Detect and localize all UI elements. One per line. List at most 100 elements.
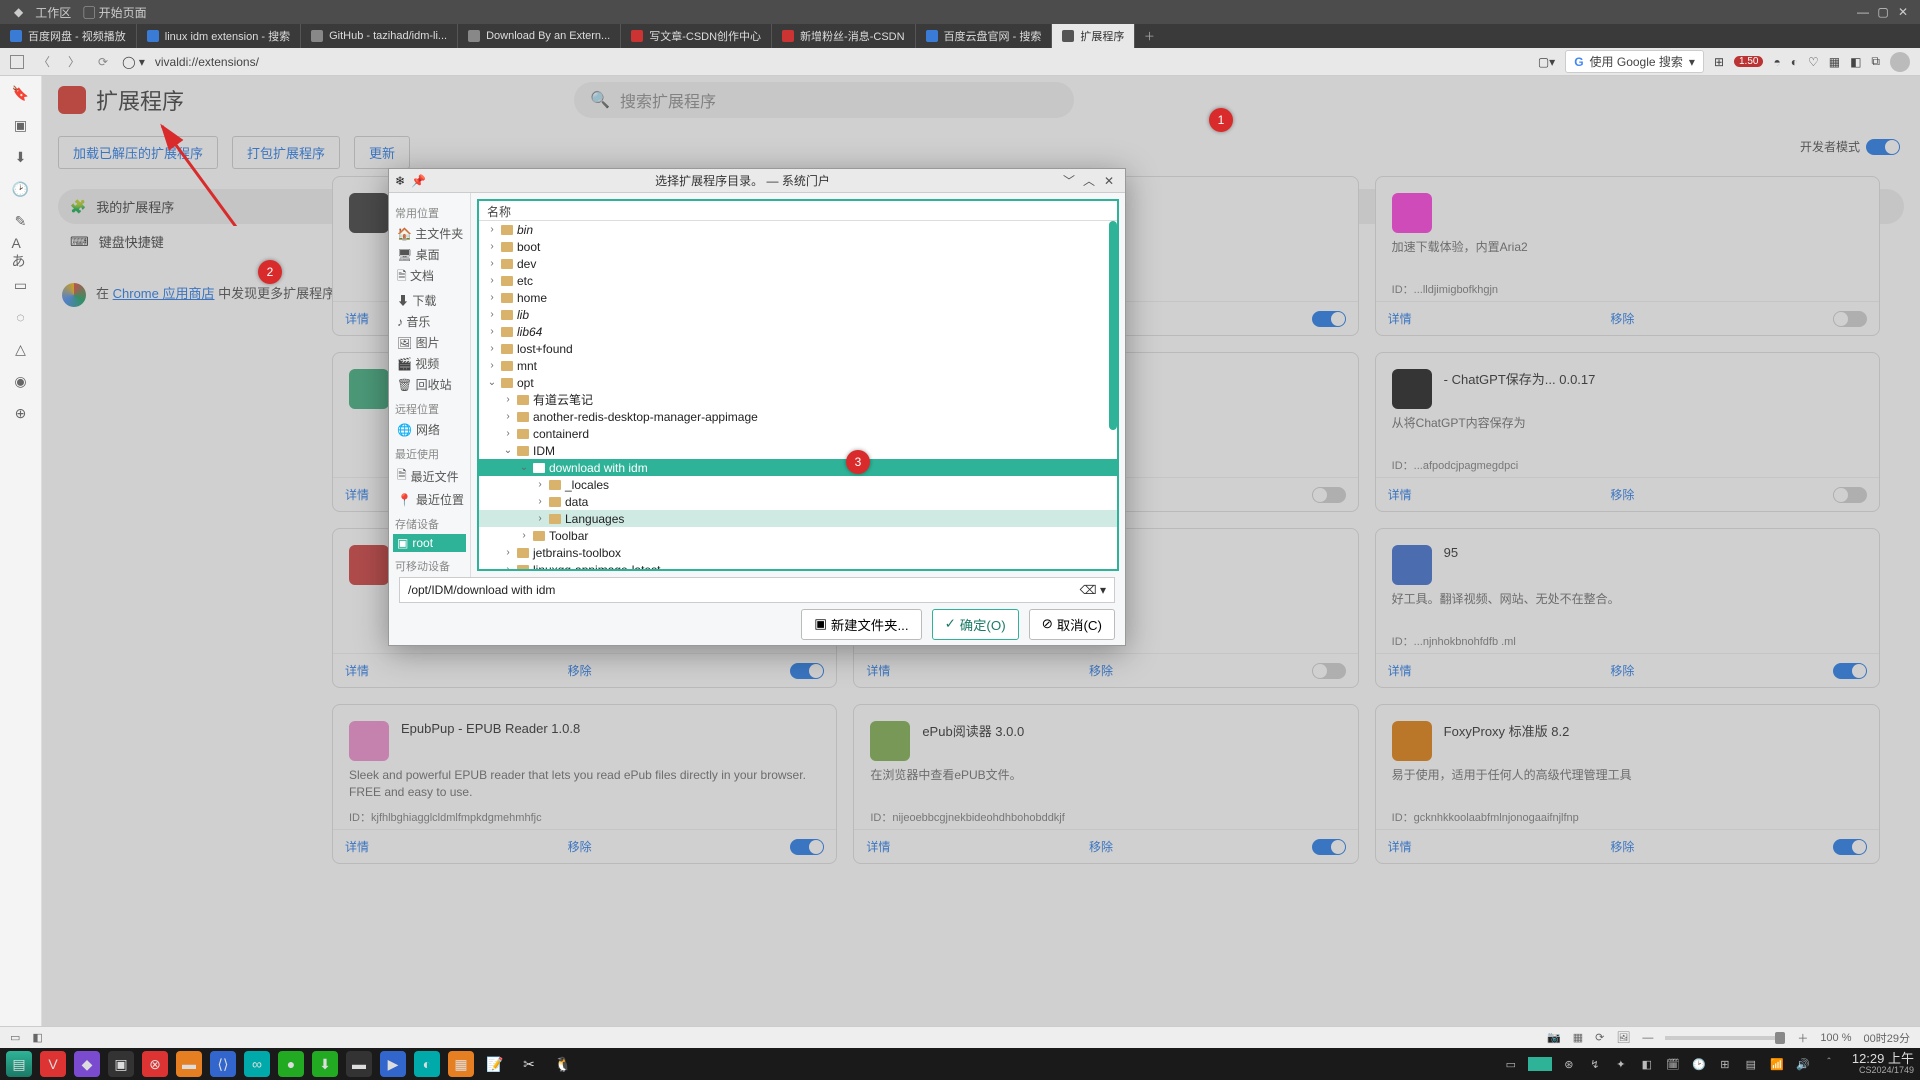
app-menu-icon[interactable]: ◆ [14, 5, 23, 19]
taskbar-clock[interactable]: 12:29 上午 CS2024/1749 [1852, 1052, 1914, 1076]
dialog-maximize[interactable]: ︿ [1079, 172, 1099, 189]
status-icon[interactable]: ▦ [1573, 1031, 1583, 1044]
tree-node[interactable]: ›lost+found [479, 340, 1117, 357]
start-page-menu[interactable]: ▢ 开始页面 [83, 4, 146, 21]
site-info-icon[interactable]: ◯ ▾ [122, 55, 145, 69]
zoom-slider[interactable] [1665, 1036, 1785, 1040]
window-minimize[interactable]: — [1854, 5, 1872, 19]
wifi-icon[interactable]: 📶 [1768, 1058, 1786, 1071]
tree-node[interactable]: ›mnt [479, 357, 1117, 374]
tree-node[interactable]: ›lib64 [479, 323, 1117, 340]
place-item[interactable]: 🗎 文档 [393, 265, 466, 290]
status-icon[interactable]: 🖼 [1616, 1031, 1630, 1044]
expand-icon[interactable]: › [503, 428, 513, 439]
taskbar-app-icon[interactable]: ◐ [414, 1051, 440, 1077]
toolbar-icon[interactable]: ♡ [1808, 55, 1819, 69]
url-field[interactable]: vivaldi://extensions/ [155, 55, 1528, 69]
taskbar-app-icon[interactable]: ⊗ [142, 1051, 168, 1077]
volume-icon[interactable]: 🔊 [1794, 1058, 1812, 1071]
browser-tab[interactable]: linux idm extension - 搜索 [137, 24, 301, 48]
vivaldi-icon[interactable]: ◉ [12, 372, 30, 390]
tray-icon[interactable]: ⊞ [1716, 1058, 1734, 1071]
place-recent-loc[interactable]: 📍 最近位置 [393, 489, 466, 510]
new-tab-button[interactable]: ＋ [1135, 24, 1163, 48]
start-icon[interactable]: ▤ [6, 1051, 32, 1077]
panel-toggle-icon[interactable] [10, 55, 24, 69]
place-item[interactable]: 🖼 图片 [393, 332, 466, 353]
window-maximize[interactable]: ▢ [1874, 5, 1892, 19]
taskbar-app-icon[interactable]: ▦ [448, 1051, 474, 1077]
folder-tree[interactable]: ›bin›boot›dev›etc›home›lib›lib64›lost+fo… [479, 221, 1117, 569]
toolbar-icon[interactable]: ◓ [1773, 55, 1780, 69]
panel-icon[interactable]: ▣ [12, 116, 30, 134]
taskbar-app-icon[interactable]: ◆ [74, 1051, 100, 1077]
expand-icon[interactable]: › [487, 224, 497, 235]
tree-node[interactable]: ›another-redis-desktop-manager-appimage [479, 408, 1117, 425]
tray-icon[interactable]: ✦ [1612, 1058, 1630, 1071]
browser-tab[interactable]: Download By an Extern... [458, 24, 621, 48]
expand-icon[interactable]: ⌄ [503, 445, 513, 456]
nav-reload[interactable]: ⟳ [94, 55, 112, 69]
tree-node[interactable]: ›dev [479, 255, 1117, 272]
browser-tab[interactable]: 百度网盘 - 视频播放 [0, 24, 137, 48]
dialog-close[interactable]: ✕ [1099, 174, 1119, 188]
nav-back[interactable]: 〈 [34, 53, 54, 70]
expand-icon[interactable]: › [487, 275, 497, 286]
expand-icon[interactable]: › [487, 326, 497, 337]
tree-node[interactable]: ›_locales [479, 476, 1117, 493]
expand-icon[interactable]: › [535, 496, 545, 507]
place-item[interactable]: 🏠 主文件夹 [393, 223, 466, 244]
badge-icon[interactable]: 1.50 [1734, 56, 1763, 67]
tree-node[interactable]: ›jetbrains-toolbox [479, 544, 1117, 561]
browser-tab[interactable]: 扩展程序 [1052, 24, 1135, 48]
tray-icon[interactable]: 🗓 [1664, 1058, 1682, 1071]
toolbar-icon[interactable]: ◐ [1791, 55, 1798, 69]
expand-icon[interactable]: › [519, 530, 529, 541]
tray-icon[interactable] [1528, 1057, 1552, 1071]
tree-node[interactable]: ›Languages [479, 510, 1117, 527]
tree-node[interactable]: ›linuxqq-appimage-latest [479, 561, 1117, 569]
expand-icon[interactable]: › [487, 292, 497, 303]
panel-icon[interactable]: △ [12, 340, 30, 358]
toolbar-icon[interactable]: ▦ [1829, 55, 1840, 69]
browser-tab[interactable]: GitHub - tazihad/idm-li... [301, 24, 458, 48]
expand-icon[interactable]: › [487, 241, 497, 252]
tree-scrollbar[interactable] [1109, 221, 1117, 430]
place-root[interactable]: ▣ root [393, 534, 466, 552]
taskbar-app-icon[interactable]: 📝 [482, 1051, 508, 1077]
taskbar-app-icon[interactable]: 🐧 [550, 1051, 576, 1077]
cancel-button[interactable]: ⊘ 取消(C) [1029, 609, 1115, 640]
panel-icon[interactable]: ◌ [12, 308, 30, 326]
expand-icon[interactable]: › [487, 343, 497, 354]
expand-icon[interactable]: › [503, 411, 513, 422]
tree-node[interactable]: ›lib [479, 306, 1117, 323]
taskbar-app-icon[interactable]: V [40, 1051, 66, 1077]
expand-icon[interactable]: › [487, 309, 497, 320]
window-close[interactable]: ✕ [1894, 5, 1912, 19]
downloads-icon[interactable]: ⬇ [12, 148, 30, 166]
toolbar-icon[interactable]: ◧ [1850, 55, 1861, 69]
place-item[interactable]: 🎬 视频 [393, 353, 466, 374]
taskbar-app-icon[interactable]: ▶ [380, 1051, 406, 1077]
browser-tab[interactable]: 写文章-CSDN创作中心 [621, 24, 772, 48]
tree-node[interactable]: ›home [479, 289, 1117, 306]
expand-icon[interactable]: › [535, 513, 545, 524]
toolbar-icon[interactable]: ⧉ [1871, 54, 1880, 69]
tray-icon[interactable]: ▤ [1742, 1058, 1760, 1071]
taskbar-app-icon[interactable]: ▬ [346, 1051, 372, 1077]
extensions-icon[interactable]: ⊞ [1714, 55, 1724, 69]
tree-node[interactable]: ›boot [479, 238, 1117, 255]
taskbar-app-icon[interactable]: ▣ [108, 1051, 134, 1077]
zoom-in[interactable]: ＋ [1797, 1030, 1808, 1046]
clear-path-icon[interactable]: ⌫ ▾ [1080, 583, 1106, 597]
tree-node[interactable]: ›data [479, 493, 1117, 510]
status-icon[interactable]: ◧ [32, 1031, 42, 1044]
taskbar-app-icon[interactable]: ⬇ [312, 1051, 338, 1077]
browser-tab[interactable]: 新增粉丝-消息-CSDN [772, 24, 916, 48]
bookmarks-icon[interactable]: 🔖 [12, 84, 30, 102]
profile-avatar[interactable] [1890, 52, 1910, 72]
taskbar-app-icon[interactable]: ● [278, 1051, 304, 1077]
status-icon[interactable]: 📷 [1547, 1031, 1561, 1044]
dialog-minimize[interactable]: ﹀ [1059, 172, 1079, 189]
expand-icon[interactable]: › [503, 564, 513, 569]
